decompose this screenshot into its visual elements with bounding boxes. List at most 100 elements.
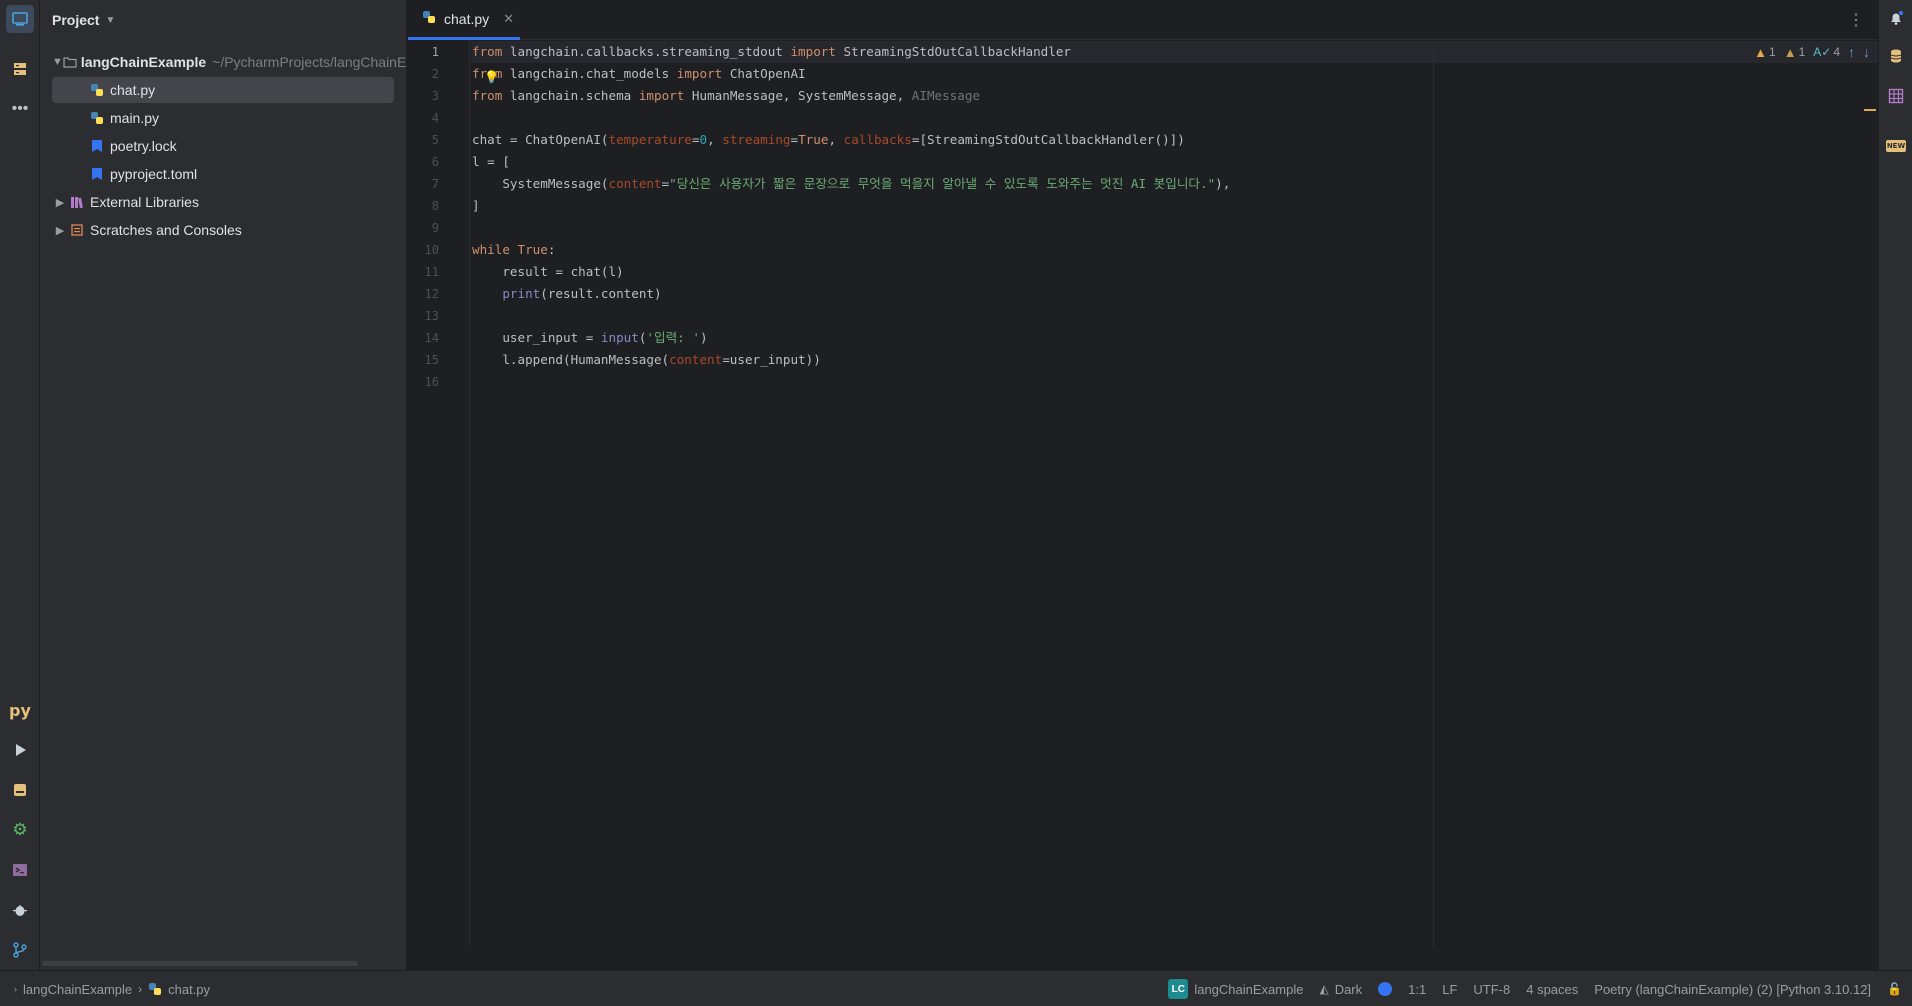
- terminal-button[interactable]: [6, 856, 34, 884]
- code-line-14: user_input = input('입력: '): [472, 330, 708, 345]
- database-button[interactable]: [1886, 46, 1906, 66]
- line-number: 15: [424, 353, 439, 367]
- tab-label: chat.py: [444, 10, 490, 27]
- python-console-icon: py: [9, 700, 31, 720]
- structure-icon: [14, 63, 26, 75]
- run-button[interactable]: [6, 736, 34, 764]
- library-icon: [68, 194, 86, 210]
- folder-icon: [63, 54, 77, 70]
- typos-count[interactable]: A✓ 4: [1813, 45, 1840, 59]
- caret-position[interactable]: 1:1: [1408, 982, 1426, 997]
- git-branch-icon: [13, 942, 27, 958]
- tree-item-path: ~/PycharmProjects/langChainEx: [212, 54, 407, 70]
- theme-widget[interactable]: ◭ Dark: [1319, 982, 1362, 997]
- database-icon: [1890, 49, 1902, 63]
- tab-chat-py[interactable]: chat.py ✕: [408, 0, 520, 40]
- inspections-widget[interactable]: ▲ 1 ▲ 1 A✓ 4 ↑ ↓: [1754, 44, 1870, 60]
- blue-dot-icon: [1378, 982, 1393, 996]
- line-number: 5: [431, 133, 439, 147]
- line-number: 10: [424, 243, 439, 257]
- chevron-right-icon[interactable]: ▶: [52, 196, 68, 209]
- code-line-8: ]: [472, 198, 480, 213]
- chevron-right-icon[interactable]: ▶: [52, 224, 68, 237]
- tree-item-scratches[interactable]: ▶ Scratches and Consoles: [52, 217, 394, 243]
- tree-item-label: poetry.lock: [110, 138, 177, 154]
- chevron-down-icon: ▼: [105, 14, 116, 26]
- breadcrumb-file[interactable]: chat.py: [148, 982, 210, 997]
- project-panel-title: Project: [52, 12, 100, 28]
- lock-icon[interactable]: 🔓: [1887, 982, 1902, 996]
- line-number: 2: [431, 67, 439, 81]
- structure-tool-button[interactable]: [6, 55, 34, 83]
- problems-button[interactable]: [6, 896, 34, 924]
- code-line-1: from langchain.callbacks.streaming_stdou…: [472, 44, 1072, 59]
- tree-item-label: chat.py: [110, 82, 156, 98]
- new-ui-button[interactable]: NEW: [1885, 136, 1907, 156]
- python-file-icon: [422, 10, 436, 27]
- editor-tab-bar: chat.py ✕ ⋮: [408, 0, 1878, 40]
- right-tool-strip: NEW: [1878, 0, 1912, 970]
- file-encoding[interactable]: UTF-8: [1473, 982, 1510, 997]
- arrow-down-icon[interactable]: ↓: [1863, 44, 1870, 60]
- breadcrumb: › langChainExample › chat.py: [14, 971, 210, 1006]
- code-line-3: from langchain.schema import HumanMessag…: [472, 88, 981, 103]
- breadcrumb-project[interactable]: langChainExample: [23, 982, 132, 997]
- status-indicator[interactable]: [1378, 982, 1393, 996]
- line-number: 6: [431, 155, 439, 169]
- tree-item-chat-py[interactable]: chat.py: [52, 77, 394, 103]
- tree-item-pyproject-toml[interactable]: pyproject.toml: [52, 161, 394, 187]
- tree-item-poetry-lock[interactable]: poetry.lock: [52, 133, 394, 159]
- weak-warnings-count[interactable]: ▲ 1: [1784, 45, 1806, 60]
- notifications-button[interactable]: [1886, 8, 1906, 28]
- code-editor[interactable]: from langchain.callbacks.streaming_stdou…: [471, 41, 1878, 947]
- tree-item-project-root[interactable]: ▼ langChainExample ~/PycharmProjects/lan…: [52, 49, 406, 75]
- code-line-12: print(result.content): [502, 286, 662, 301]
- arrow-up-icon[interactable]: ↑: [1848, 44, 1855, 60]
- project-tool-button[interactable]: [6, 5, 34, 33]
- weak-warning-icon: ▲: [1783, 44, 1797, 60]
- terminal-icon: [13, 864, 27, 876]
- code-line-15: l.append(HumanMessage(content=user_input…: [472, 352, 821, 367]
- services-icon: [14, 784, 26, 796]
- tree-item-label: External Libraries: [90, 194, 199, 210]
- chevron-down-icon[interactable]: ▼: [52, 56, 63, 68]
- packages-button[interactable]: ⚙: [6, 816, 34, 844]
- bell-icon: [1891, 10, 1904, 25]
- code-line-10: while True:: [472, 242, 556, 257]
- tree-item-label: main.py: [110, 110, 160, 126]
- lightbulb-icon[interactable]: 💡: [484, 70, 499, 84]
- sciview-button[interactable]: [1886, 86, 1906, 106]
- line-number: 3: [431, 89, 439, 103]
- python-console-button[interactable]: py: [6, 696, 34, 724]
- line-number: 8: [431, 199, 439, 213]
- project-panel-header[interactable]: Project ▼: [40, 0, 406, 40]
- tree-item-label: langChainExample: [80, 54, 207, 70]
- line-number-gutter: 1 2 3 4 5 6 7 8 9 10 11 12 13 14 15 16: [408, 41, 470, 947]
- right-margin-guide: [1433, 41, 1434, 947]
- python-interpreter[interactable]: Poetry (langChainExample) (2) [Python 3.…: [1594, 982, 1871, 997]
- line-number: 9: [431, 221, 439, 235]
- status-bar: › langChainExample › chat.py LC langChai…: [0, 970, 1912, 1006]
- scratches-icon: [68, 222, 86, 238]
- close-icon[interactable]: ✕: [503, 11, 514, 27]
- line-ending[interactable]: LF: [1442, 982, 1457, 997]
- line-number: 13: [424, 309, 439, 323]
- line-number: 16: [424, 375, 439, 389]
- line-number: 1: [431, 45, 439, 59]
- project-widget[interactable]: LC langChainExample: [1168, 979, 1303, 999]
- warning-marker[interactable]: [1864, 109, 1876, 111]
- services-button[interactable]: [6, 776, 34, 804]
- horizontal-scrollbar[interactable]: [42, 961, 358, 966]
- tree-item-external-libraries[interactable]: ▶ External Libraries: [52, 189, 394, 215]
- tree-item-main-py[interactable]: main.py: [52, 105, 394, 131]
- more-tools-button[interactable]: •••: [6, 95, 34, 123]
- gear-icon: ⚙: [12, 820, 28, 839]
- left-tool-strip: ••• py ⚙: [0, 0, 40, 970]
- warnings-count[interactable]: ▲ 1: [1754, 45, 1776, 60]
- indent-setting[interactable]: 4 spaces: [1526, 982, 1578, 997]
- git-button[interactable]: [6, 936, 34, 964]
- code-line-11: result = chat(l): [472, 264, 624, 279]
- python-file-icon: [88, 110, 106, 126]
- kebab-menu-icon[interactable]: ⋮: [1846, 10, 1866, 30]
- project-panel: Project ▼ ▼ langChainExample ~/PycharmPr…: [40, 0, 407, 970]
